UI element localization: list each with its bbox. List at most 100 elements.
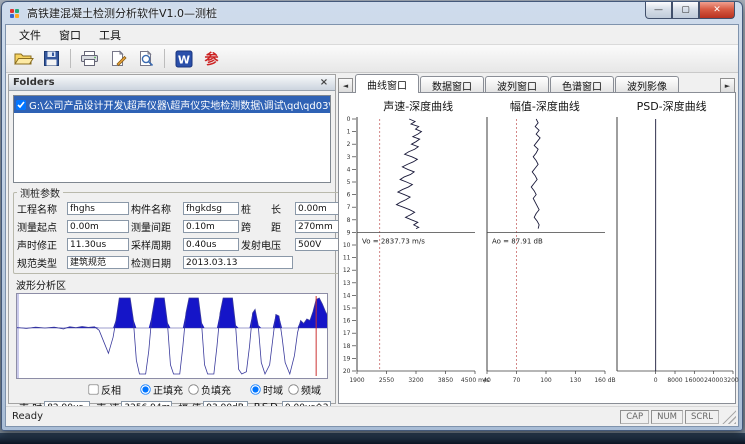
svg-text:Vo = 2837.73 m/s: Vo = 2837.73 m/s <box>362 238 425 246</box>
export-button[interactable] <box>104 47 131 71</box>
svg-text:70: 70 <box>513 377 521 384</box>
maximize-button[interactable]: ▢ <box>672 2 699 19</box>
params-button[interactable]: 参 <box>198 47 225 71</box>
status-bar: Ready CAP NUM SCRL <box>6 406 738 426</box>
negative-fill-radio[interactable] <box>188 384 198 394</box>
tab-bar: ◄ 曲线窗口 数据窗口 波列窗口 色谱窗口 波列影像 ► <box>338 74 736 93</box>
toolbar-separator <box>70 49 71 68</box>
tab-wavetrain-image[interactable]: 波列影像 <box>615 76 679 93</box>
toolbar: W 参 <box>6 45 738 73</box>
tab-scroll-left-icon[interactable]: ◄ <box>338 78 353 93</box>
open-folder-icon <box>14 51 34 67</box>
svg-text:6: 6 <box>347 192 351 199</box>
menu-window[interactable]: 窗口 <box>50 25 90 45</box>
minimize-button[interactable]: — <box>645 2 672 19</box>
chart-area[interactable]: 声速-深度曲线 幅值-深度曲线 PSD-深度曲线 012345678910111… <box>338 92 736 404</box>
waveform-area-label: 波形分析区 <box>16 277 328 292</box>
tab-data-window[interactable]: 数据窗口 <box>420 76 484 93</box>
menubar: 文件 窗口 工具 <box>6 25 738 45</box>
num-indicator: NUM <box>651 410 683 424</box>
status-text: Ready <box>12 411 43 422</box>
negative-fill-option[interactable]: 负填充 <box>187 382 231 397</box>
params-icon: 参 <box>205 49 219 69</box>
tab-spectrum-window[interactable]: 色谱窗口 <box>550 76 614 93</box>
svg-text:15: 15 <box>343 305 351 312</box>
svg-text:2: 2 <box>347 141 351 148</box>
svg-text:2550: 2550 <box>379 377 394 384</box>
time-correction-field[interactable]: 11.30us <box>67 238 129 251</box>
param-label: 桩 长 <box>241 201 293 216</box>
depth-curves-plot[interactable]: 0123456789101112131415161718192019002550… <box>341 115 739 403</box>
psd-chart-title: PSD-深度曲线 <box>637 98 707 114</box>
svg-text:32000: 32000 <box>723 377 739 384</box>
invert-checkbox[interactable] <box>88 384 98 394</box>
file-list-item[interactable]: G:\公司产品设计开发\超声仪器\超声仪实地检测数据\调试\qd\qd03\qd… <box>14 96 330 113</box>
word-icon: W <box>175 50 193 68</box>
svg-text:40: 40 <box>483 377 491 384</box>
desktop: 高铁建混凝土检测分析软件V1.0—测桩 — ▢ ✕ 文件 窗口 工具 <box>0 0 745 444</box>
print-button[interactable] <box>76 47 103 71</box>
svg-text:3850: 3850 <box>438 377 453 384</box>
menu-file[interactable]: 文件 <box>10 25 50 45</box>
tab-curve-window[interactable]: 曲线窗口 <box>355 74 419 93</box>
svg-text:100: 100 <box>540 377 552 384</box>
folders-caption[interactable]: Folders × <box>9 75 335 91</box>
menu-tools[interactable]: 工具 <box>90 25 130 45</box>
param-label: 发射电压 <box>241 237 293 252</box>
open-file-button[interactable] <box>10 47 37 71</box>
param-label: 跨 距 <box>241 219 293 234</box>
word-report-button[interactable]: W <box>170 47 197 71</box>
status-indicators: CAP NUM SCRL <box>620 410 719 424</box>
titlebar[interactable]: 高铁建混凝土检测分析软件V1.0—测桩 — ▢ ✕ <box>2 2 742 24</box>
svg-text:11: 11 <box>343 255 351 262</box>
measure-step-field[interactable]: 0.10m <box>183 220 239 233</box>
save-floppy-icon <box>43 50 60 67</box>
save-button[interactable] <box>38 47 65 71</box>
folders-title: Folders <box>13 77 55 88</box>
measure-start-field[interactable]: 0.00m <box>67 220 129 233</box>
print-preview-button[interactable] <box>132 47 159 71</box>
amplitude-chart-title: 幅值-深度曲线 <box>510 98 580 114</box>
svg-text:W: W <box>177 53 189 66</box>
test-date-field[interactable]: 2013.03.13 <box>183 256 293 269</box>
svg-text:1: 1 <box>347 129 351 136</box>
chart-panel: ◄ 曲线窗口 数据窗口 波列窗口 色谱窗口 波列影像 ► 声速-深度曲线 幅值-… <box>338 74 736 404</box>
sample-period-field[interactable]: 0.40us <box>183 238 239 251</box>
svg-text:18: 18 <box>343 343 351 350</box>
tab-scroll-right-icon[interactable]: ► <box>720 78 735 93</box>
project-name-field[interactable]: fhghs <box>67 202 129 215</box>
freq-domain-option[interactable]: 频域 <box>287 382 321 397</box>
component-name-field[interactable]: fhgkdsg <box>183 202 239 215</box>
velocity-chart-title: 声速-深度曲线 <box>383 98 453 114</box>
svg-text:16000: 16000 <box>685 377 704 384</box>
pile-params-group: 测桩参数 工程名称 fhghs 构件名称 fhgkdsg 桩 长 0.00m 测… <box>13 185 361 274</box>
freq-domain-radio[interactable] <box>288 384 298 394</box>
positive-fill-radio[interactable] <box>140 384 150 394</box>
caps-indicator: CAP <box>620 410 649 424</box>
invert-option[interactable]: 反相 <box>87 382 121 397</box>
time-domain-radio[interactable] <box>250 384 260 394</box>
resize-grip[interactable] <box>722 410 736 424</box>
waveform-box[interactable] <box>16 293 328 379</box>
param-label: 规范类型 <box>17 255 65 270</box>
svg-text:19: 19 <box>343 355 351 362</box>
time-domain-option[interactable]: 时域 <box>249 382 283 397</box>
file-list[interactable]: G:\公司产品设计开发\超声仪器\超声仪实地检测数据\调试\qd\qd03\qd… <box>13 95 331 183</box>
svg-text:20: 20 <box>343 368 351 375</box>
page-magnifier-icon <box>137 50 155 67</box>
svg-text:16: 16 <box>343 318 351 325</box>
param-label: 声时修正 <box>17 237 65 252</box>
tab-wavetrain-window[interactable]: 波列窗口 <box>485 76 549 93</box>
app-window: 高铁建混凝土检测分析软件V1.0—测桩 — ▢ ✕ 文件 窗口 工具 <box>1 1 743 431</box>
folders-close-icon[interactable]: × <box>317 77 331 88</box>
standard-type-field[interactable]: 建筑规范 <box>67 256 129 269</box>
svg-text:4: 4 <box>347 166 351 173</box>
svg-text:0: 0 <box>347 116 351 123</box>
svg-text:0: 0 <box>654 377 658 384</box>
positive-fill-option[interactable]: 正填充 <box>139 382 183 397</box>
waveform-plot[interactable] <box>17 294 327 378</box>
app-icon <box>9 7 23 19</box>
close-button[interactable]: ✕ <box>699 2 735 19</box>
param-label: 测量间距 <box>131 219 181 234</box>
file-checkbox[interactable] <box>16 100 26 110</box>
